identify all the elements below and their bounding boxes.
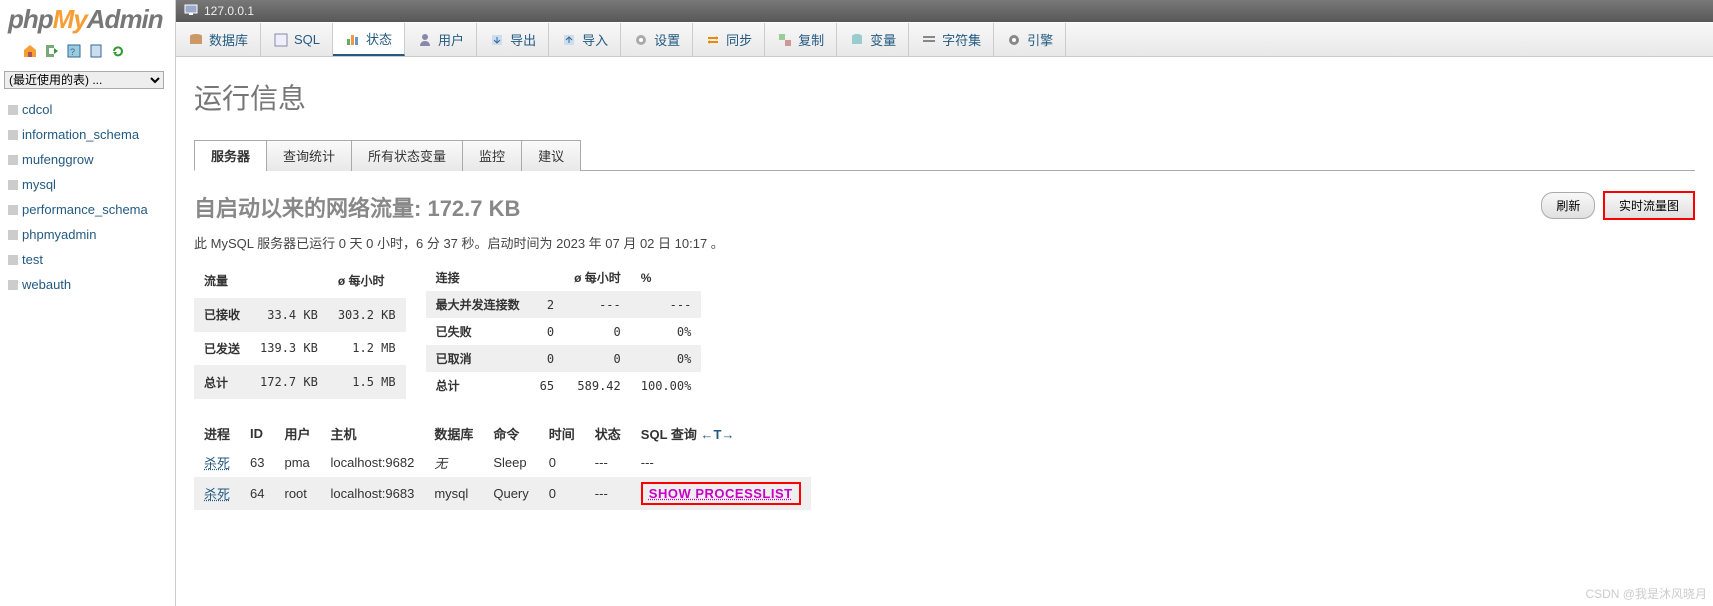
proc-col-host[interactable]: 主机 bbox=[321, 419, 425, 448]
traffic-table: 流量ø 每小时 已接收33.4 KB303.2 KB 已发送139.3 KB1.… bbox=[194, 264, 406, 399]
tab-sql[interactable]: SQL bbox=[261, 23, 333, 56]
proc-col-query: SQL 查询 ←T→ bbox=[631, 419, 811, 448]
db-item-mysql[interactable]: mysql bbox=[4, 172, 175, 197]
database-list: cdcol information_schema mufenggrow mysq… bbox=[0, 93, 175, 297]
conn-col-name: 连接 bbox=[426, 264, 530, 291]
page-title: 运行信息 bbox=[194, 77, 1695, 117]
tab-variables[interactable]: 变量 bbox=[837, 23, 909, 56]
conn-max-label: 最大并发连接数 bbox=[426, 291, 530, 318]
tab-engine[interactable]: 引擎 bbox=[994, 23, 1066, 56]
logout-icon[interactable] bbox=[44, 43, 60, 59]
proc-col-cmd[interactable]: 命令 bbox=[483, 419, 538, 448]
tab-charset[interactable]: 字符集 bbox=[909, 23, 994, 56]
breadcrumb-host[interactable]: 127.0.0.1 bbox=[204, 4, 254, 18]
svg-text:?: ? bbox=[70, 47, 75, 57]
breadcrumb: 127.0.0.1 bbox=[176, 0, 1713, 22]
db-item-phpmyadmin[interactable]: phpmyadmin bbox=[4, 222, 175, 247]
tab-export[interactable]: 导出 bbox=[477, 23, 549, 56]
conn-total-label: 总计 bbox=[426, 372, 530, 399]
subtab-advice[interactable]: 建议 bbox=[521, 140, 581, 171]
content: 运行信息 服务器 查询统计 所有状态变量 监控 建议 自启动以来的网络流量: 1… bbox=[176, 57, 1713, 606]
kill-link[interactable]: 杀死 bbox=[204, 487, 230, 502]
top-menu: 数据库 SQL 状态 用户 导出 导入 设置 同步 复制 变量 字符集 引擎 bbox=[176, 22, 1713, 57]
tab-databases[interactable]: 数据库 bbox=[176, 23, 261, 56]
process-table: 进程 ID 用户 主机 数据库 命令 时间 状态 SQL 查询 ←T→ 杀死 6… bbox=[194, 419, 811, 510]
tab-import[interactable]: 导入 bbox=[549, 23, 621, 56]
db-item-test[interactable]: test bbox=[4, 247, 175, 272]
subtab-monitor[interactable]: 监控 bbox=[462, 140, 522, 171]
sql-icon[interactable]: ? bbox=[66, 43, 82, 59]
subtab-all-vars[interactable]: 所有状态变量 bbox=[351, 140, 463, 171]
proc-col-db[interactable]: 数据库 bbox=[424, 419, 483, 448]
realtime-chart-button[interactable]: 实时流量图 bbox=[1603, 191, 1695, 220]
reload-icon[interactable] bbox=[110, 43, 126, 59]
docs-icon[interactable] bbox=[88, 43, 104, 59]
connections-table: 连接ø 每小时% 最大并发连接数2------ 已失败000% 已取消000% … bbox=[426, 264, 702, 399]
db-item-mufenggrow[interactable]: mufenggrow bbox=[4, 147, 175, 172]
sidebar: phpMyAdmin ? (最近使用的表) ... cdcol informat… bbox=[0, 0, 175, 606]
subtab-query-stats[interactable]: 查询统计 bbox=[266, 140, 352, 171]
traffic-received-label: 已接收 bbox=[194, 298, 250, 332]
db-item-performance-schema[interactable]: performance_schema bbox=[4, 197, 175, 222]
proc-col-state[interactable]: 状态 bbox=[585, 419, 631, 448]
logo[interactable]: phpMyAdmin bbox=[0, 0, 175, 39]
traffic-total-label: 总计 bbox=[194, 365, 250, 399]
refresh-button[interactable]: 刷新 bbox=[1541, 192, 1595, 219]
main-panel: 127.0.0.1 数据库 SQL 状态 用户 导出 导入 设置 同步 复制 变… bbox=[175, 0, 1713, 606]
tab-users[interactable]: 用户 bbox=[405, 23, 477, 56]
sort-arrows-icon[interactable]: ←T→ bbox=[701, 427, 735, 442]
db-item-information-schema[interactable]: information_schema bbox=[4, 122, 175, 147]
tab-sync[interactable]: 同步 bbox=[693, 23, 765, 56]
conn-col-perhour: ø 每小时 bbox=[564, 264, 631, 291]
proc-col-user[interactable]: 用户 bbox=[274, 419, 320, 448]
proc-col-time[interactable]: 时间 bbox=[539, 419, 585, 448]
server-icon bbox=[184, 4, 198, 19]
conn-col-pct: % bbox=[631, 264, 702, 291]
recent-tables-select[interactable]: (最近使用的表) ... bbox=[4, 71, 164, 89]
table-row: 杀死 63 pma localhost:9682 无 Sleep 0 --- -… bbox=[194, 448, 811, 477]
tab-replication[interactable]: 复制 bbox=[765, 23, 837, 56]
subtab-server[interactable]: 服务器 bbox=[194, 140, 267, 171]
db-item-webauth[interactable]: webauth bbox=[4, 272, 175, 297]
home-icon[interactable] bbox=[22, 43, 38, 59]
tab-status[interactable]: 状态 bbox=[333, 23, 405, 56]
quick-icons: ? bbox=[0, 39, 175, 67]
table-row: 杀死 64 root localhost:9683 mysql Query 0 … bbox=[194, 477, 811, 510]
traffic-col-perhour: ø 每小时 bbox=[328, 264, 406, 298]
watermark: CSDN @我是沐风晓月 bbox=[1585, 585, 1707, 602]
proc-col-kill: 进程 bbox=[194, 419, 240, 448]
proc-col-id[interactable]: ID bbox=[240, 419, 274, 448]
sub-tabs: 服务器 查询统计 所有状态变量 监控 建议 bbox=[194, 139, 1695, 171]
query-link[interactable]: SHOW PROCESSLIST bbox=[649, 486, 793, 501]
traffic-col-name: 流量 bbox=[194, 264, 250, 298]
action-buttons: 刷新 实时流量图 bbox=[1537, 191, 1695, 220]
db-item-cdcol[interactable]: cdcol bbox=[4, 97, 175, 122]
kill-link[interactable]: 杀死 bbox=[204, 456, 230, 471]
tab-settings[interactable]: 设置 bbox=[621, 23, 693, 56]
conn-aborted-label: 已取消 bbox=[426, 345, 530, 372]
runtime-info: 此 MySQL 服务器已运行 0 天 0 小时，6 分 37 秒。启动时间为 2… bbox=[194, 233, 1695, 252]
traffic-title: 自启动以来的网络流量: 172.7 KB bbox=[194, 191, 520, 223]
traffic-sent-label: 已发送 bbox=[194, 332, 250, 366]
conn-failed-label: 已失败 bbox=[426, 318, 530, 345]
